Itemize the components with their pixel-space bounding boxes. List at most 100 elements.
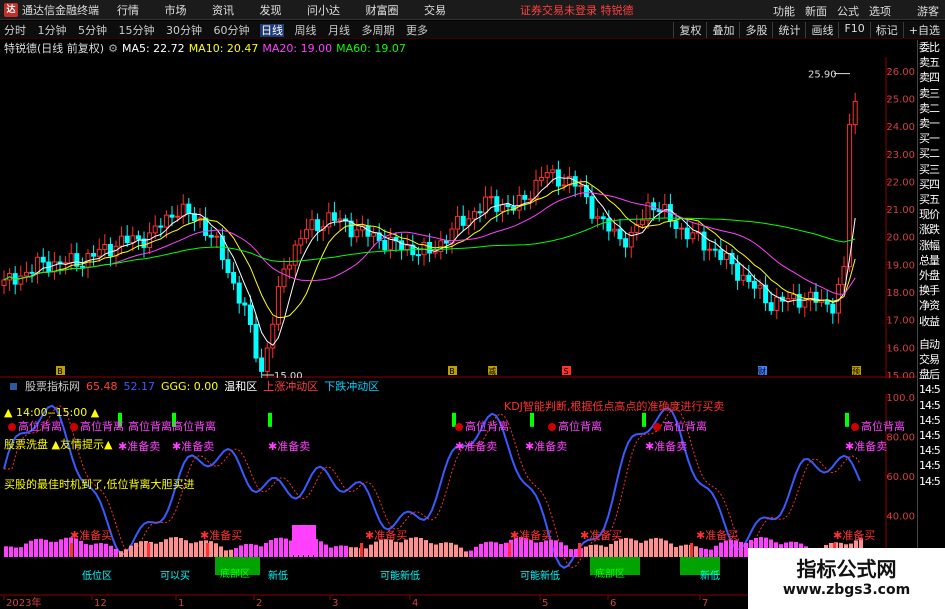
candle-up	[488, 196, 494, 199]
settings-icon[interactable]: ⚙	[108, 42, 118, 55]
tag-top-sell-8: 高位背离	[851, 418, 905, 434]
candle-down	[477, 211, 483, 214]
candle-up	[287, 264, 293, 270]
candle-down	[830, 303, 836, 314]
candle-up	[802, 299, 808, 308]
indicator-histogram-bar	[24, 543, 28, 557]
tag-top-sell-6-label: 高位背离	[558, 420, 602, 433]
indicator-histogram-bar	[569, 549, 573, 557]
indicator-histogram-bar	[9, 546, 13, 557]
date-tick-label: 2023年	[6, 596, 41, 609]
tag-may-low-1: 可能新低	[380, 571, 420, 582]
date-tick-label: 5	[542, 598, 548, 609]
indicator-v1: 65.48	[86, 379, 118, 393]
indicator-histogram-bar	[259, 546, 263, 557]
indicator-histogram-bar	[399, 542, 403, 557]
candle-down	[169, 214, 175, 218]
indicator-mode: 温和区	[224, 380, 258, 393]
candle-up	[404, 244, 410, 251]
tag-top-sell-7: 高位背离	[653, 418, 707, 434]
indicator-histogram-bar	[424, 540, 428, 557]
candle-down	[158, 225, 164, 228]
indicator-tick-label: 40.00	[886, 512, 915, 523]
price-and-indicator-chart[interactable]: 26.00 25.00 24.00 23.00 22.00 21.00 20.00 19.00…	[0, 0, 917, 609]
indicator-histogram-bar	[699, 548, 703, 557]
candle-down	[443, 240, 449, 244]
quote-time-label-1: 交易	[919, 353, 940, 367]
indicator-histogram-bar	[484, 542, 488, 557]
candle-down	[186, 203, 192, 215]
buy-signal-marker	[578, 543, 581, 557]
indicator-histogram-bar	[129, 545, 133, 557]
price-tick-label: 21.00	[886, 205, 915, 216]
indicator-histogram-bar	[279, 537, 283, 557]
candle-down	[247, 304, 253, 326]
tag-top-sell-2-label: 高位背离	[80, 420, 124, 433]
indicator-name[interactable]: 股票指标网	[4, 378, 80, 394]
candle-up	[1, 279, 7, 286]
indicator-histogram-bar	[114, 548, 118, 557]
candle-up	[303, 229, 309, 240]
tag-prepare-sell-4: ✱准备卖	[455, 440, 498, 453]
indicator-histogram-bar	[454, 544, 458, 557]
indicator-v3: GGG: 0.00	[161, 379, 219, 393]
candle-down	[751, 280, 757, 289]
sell-dot-icon	[653, 423, 661, 431]
tag-top-sell-6: 高位背离	[548, 418, 602, 434]
indicator-histogram-bar	[434, 544, 438, 557]
quote-time-label-2: 盘后	[919, 368, 940, 382]
quote-time-label-4: 14:5	[919, 398, 941, 412]
candle-up	[533, 179, 539, 200]
tag-prepare-sell-3: ✱准备卖	[268, 440, 311, 453]
guest-label[interactable]: 游客	[917, 3, 939, 19]
candle-up	[354, 229, 360, 238]
candle-down	[107, 244, 113, 257]
sell-dot-icon	[8, 423, 16, 431]
quote-label-3: 卖三	[919, 86, 940, 100]
indicator-histogram-bar	[4, 546, 8, 557]
indicator-histogram-bar	[629, 538, 633, 557]
indicator-histogram-bar	[44, 539, 48, 557]
tag-prepare-buy-5-label: 准备买	[589, 529, 623, 542]
sell-dot-icon	[851, 423, 859, 431]
candle-down	[600, 216, 606, 220]
tag-low-zone-1: 低位区	[82, 571, 112, 582]
indicator-histogram-bar	[139, 541, 143, 557]
indicator-histogram-bar	[494, 542, 498, 557]
indicator-histogram-bar	[159, 541, 163, 557]
tag-prepare-sell-4-label: 准备卖	[464, 440, 498, 453]
tag-top-sell-1: 高位背离	[8, 418, 62, 434]
candle-up	[595, 216, 601, 219]
indicator-histogram-bar	[284, 538, 288, 557]
candle-up	[471, 211, 477, 220]
indicator-histogram-bar	[229, 549, 233, 557]
indicator-histogram-bar	[214, 543, 218, 557]
quote-time-labels: 自动 交易 盘后 14:5 14:5 14:5 14:5 14:5 14:5 14:5	[918, 337, 945, 489]
quote-label-4: 卖二	[919, 101, 940, 115]
date-tick-label: 2	[256, 598, 262, 609]
indicator-down-zone: 下跌冲动区	[324, 380, 380, 393]
tag-top-sell-1-label: 高位背离	[18, 420, 62, 433]
candle-up	[337, 218, 343, 221]
indicator-histogram-bar	[364, 548, 368, 557]
indicator-histogram-bar	[559, 542, 563, 557]
date-tick-label: 1	[178, 598, 184, 609]
candle-up	[438, 240, 444, 252]
indicator-histogram-bar	[639, 542, 643, 557]
sell-signal-marker	[268, 412, 272, 427]
indicator-histogram-bar	[109, 545, 113, 557]
indicator-histogram-bar	[714, 545, 718, 557]
candle-down	[231, 272, 237, 284]
candle-up	[774, 296, 780, 311]
indicator-histogram-bar	[239, 545, 243, 557]
indicator-histogram-bar	[439, 542, 443, 557]
indicator-histogram-bar	[674, 547, 678, 557]
candle-up	[561, 184, 567, 187]
candle-up	[214, 235, 220, 238]
candle-up	[791, 293, 797, 300]
candle-up	[309, 219, 315, 231]
quote-side-panel: 委比 卖五 卖四 卖三 卖二 卖一 买一 买二 买三 买四 买五 现价 涨跌 涨幅 总量 外盘 换手 净资 收益 自…	[917, 40, 945, 609]
tag-prepare-sell-3-label: 准备卖	[277, 440, 311, 453]
candle-down	[124, 235, 130, 244]
indicator-histogram-bar	[329, 547, 333, 557]
